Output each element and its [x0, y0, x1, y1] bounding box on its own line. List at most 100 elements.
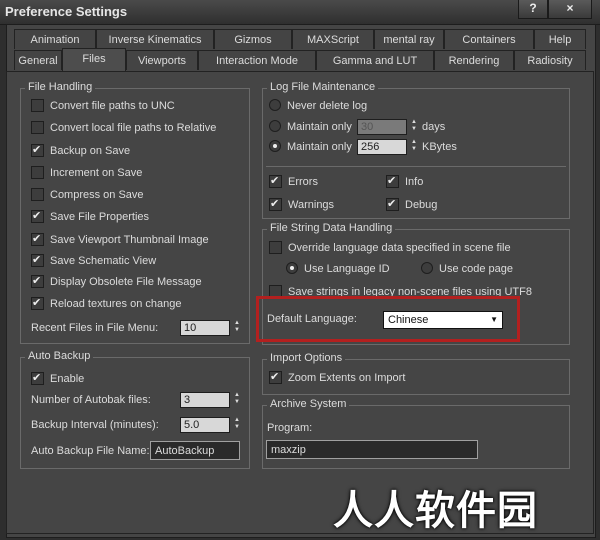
compress-on-save-checkbox[interactable]: Compress on Save [31, 187, 144, 203]
checkbox-label: Save Viewport Thumbnail Image [50, 234, 209, 246]
convert-unc-checkbox[interactable]: Convert file paths to UNC [31, 98, 175, 114]
checkbox-icon [31, 231, 44, 247]
info-checkbox[interactable]: Info [386, 173, 424, 190]
checkbox-icon [269, 173, 282, 189]
checkbox-label: Convert local file paths to Relative [50, 122, 217, 134]
radio-label: Maintain only [287, 141, 352, 153]
maintain-days-input[interactable] [357, 119, 407, 135]
kbytes-unit-label: KBytes [422, 141, 457, 153]
recent-files-spinner[interactable]: ▲▼ [180, 320, 242, 336]
checkbox-icon [31, 120, 44, 134]
save-schematic-view-checkbox[interactable]: Save Schematic View [31, 252, 157, 269]
tab-gizmos[interactable]: Gizmos [214, 29, 292, 49]
maintain-kbytes-input[interactable] [357, 139, 407, 155]
enable-backup-checkbox[interactable]: Enable [31, 370, 85, 387]
checkbox-icon [269, 240, 282, 254]
debug-checkbox[interactable]: Debug [386, 196, 438, 213]
days-unit-label: days [422, 121, 446, 133]
tab-rendering[interactable]: Rendering [434, 50, 514, 70]
tab-animation[interactable]: Animation [14, 29, 96, 49]
help-button[interactable]: ? [518, 0, 548, 19]
tab-viewports[interactable]: Viewports [126, 50, 198, 70]
reload-textures-checkbox[interactable]: Reload textures on change [31, 295, 182, 312]
default-language-value: Chinese [388, 314, 429, 326]
save-file-properties-checkbox[interactable]: Save File Properties [31, 208, 150, 225]
tab-radiosity[interactable]: Radiosity [514, 50, 586, 70]
maintain-days-spinner[interactable]: ▲▼ [357, 119, 419, 135]
tab-inverse-kinematics[interactable]: Inverse Kinematics [96, 29, 214, 49]
spinner-arrows-icon[interactable]: ▲ ▼ [409, 139, 419, 155]
save-viewport-thumbnail-checkbox[interactable]: Save Viewport Thumbnail Image [31, 231, 209, 248]
checkbox-label: Save File Properties [50, 211, 150, 223]
file-handling-title: File Handling [25, 81, 96, 93]
archive-program-input[interactable] [266, 440, 478, 459]
radio-label: Never delete log [287, 100, 368, 112]
zoom-extents-checkbox[interactable]: Zoom Extents on Import [269, 369, 406, 386]
checkbox-icon [386, 173, 399, 189]
checkbox-icon [31, 165, 44, 179]
checkbox-label: Convert file paths to UNC [50, 100, 175, 112]
archive-system-title: Archive System [267, 398, 350, 410]
spinner-arrows-icon[interactable]: ▲ ▼ [409, 119, 419, 135]
checkbox-label: Reload textures on change [50, 298, 182, 310]
radio-label: Maintain only [287, 121, 352, 133]
override-language-checkbox[interactable]: Override language data specified in scen… [269, 240, 511, 256]
import-options-title: Import Options [267, 352, 346, 364]
tab-gamma-and-lut[interactable]: Gamma and LUT [316, 50, 434, 70]
maintain-kbytes-radio[interactable]: Maintain only [269, 139, 352, 155]
errors-checkbox[interactable]: Errors [269, 173, 318, 190]
title-bar: Preference Settings ? × [0, 0, 600, 25]
backup-file-name-input[interactable] [150, 441, 240, 460]
recent-files-input[interactable] [180, 320, 230, 336]
backup-file-name-label: Auto Backup File Name: [31, 445, 150, 457]
tab-help[interactable]: Help [534, 29, 586, 49]
checkbox-label: Enable [50, 373, 85, 385]
tab-interaction-mode[interactable]: Interaction Mode [198, 50, 316, 70]
spinner-arrows-icon[interactable]: ▲ ▼ [232, 392, 242, 408]
default-language-label: Default Language: [267, 313, 357, 325]
tab-files[interactable]: Files [62, 48, 126, 72]
checkbox-label: Debug [405, 199, 438, 211]
checkbox-label: Compress on Save [50, 189, 144, 201]
program-label: Program: [267, 422, 313, 434]
backup-interval-input[interactable] [180, 417, 230, 433]
maintain-days-radio[interactable]: Maintain only [269, 119, 352, 135]
checkbox-icon [269, 369, 282, 385]
checkbox-icon [386, 196, 399, 212]
backup-interval-label: Backup Interval (minutes): [31, 419, 159, 431]
tab-mental-ray[interactable]: mental ray [374, 29, 444, 49]
default-language-dropdown[interactable]: Chinese ▼ [383, 311, 503, 329]
checkbox-icon [31, 208, 44, 224]
checkbox-label: Info [405, 176, 424, 188]
num-autobak-input[interactable] [180, 392, 230, 408]
num-autobak-spinner[interactable]: ▲▼ [180, 392, 242, 408]
never-delete-log-radio[interactable]: Never delete log [269, 98, 367, 114]
spinner-arrows-icon[interactable]: ▲ ▼ [232, 417, 242, 433]
checkbox-label: Zoom Extents on Import [288, 372, 406, 384]
maintain-kbytes-spinner[interactable]: ▲▼ [357, 139, 419, 155]
display-obsolete-checkbox[interactable]: Display Obsolete File Message [31, 273, 202, 290]
close-button[interactable]: × [548, 0, 592, 19]
tab-containers[interactable]: Containers [444, 29, 534, 49]
radio-icon [269, 120, 281, 133]
use-language-id-radio[interactable]: Use Language ID [286, 261, 390, 277]
radio-icon [269, 99, 281, 112]
warnings-checkbox[interactable]: Warnings [269, 196, 335, 213]
use-code-page-radio[interactable]: Use code page [421, 261, 513, 277]
convert-relative-checkbox[interactable]: Convert local file paths to Relative [31, 120, 216, 136]
num-autobak-label: Number of Autobak files: [31, 394, 151, 406]
backup-on-save-checkbox[interactable]: Backup on Save [31, 142, 131, 159]
radio-icon [421, 262, 433, 275]
tab-general[interactable]: General [14, 50, 62, 70]
spinner-arrows-icon[interactable]: ▲ ▼ [232, 320, 242, 336]
checkbox-icon [31, 98, 44, 112]
tab-maxscript[interactable]: MAXScript [292, 29, 374, 49]
checkbox-icon [31, 370, 44, 386]
increment-on-save-checkbox[interactable]: Increment on Save [31, 165, 142, 181]
checkbox-label: Warnings [288, 199, 335, 211]
checkbox-label: Save Schematic View [50, 255, 157, 267]
radio-label: Use code page [439, 263, 513, 275]
checkbox-label: Backup on Save [50, 145, 131, 157]
backup-interval-spinner[interactable]: ▲▼ [180, 417, 242, 433]
checkbox-label: Increment on Save [50, 167, 143, 179]
